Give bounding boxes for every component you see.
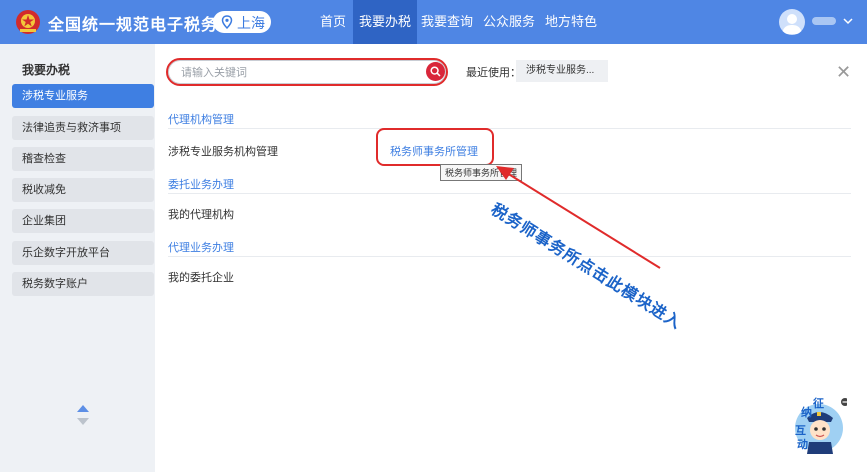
nav-home[interactable]: 首页 [313, 0, 353, 44]
sidebar-item-inspection[interactable]: 稽查检查 [12, 147, 154, 171]
section-title-agency-business: 代理业务办理 [168, 242, 234, 254]
nav-tax-handling[interactable]: 我要办税 [353, 0, 417, 44]
close-icon[interactable]: ✕ [836, 62, 851, 83]
nav-query[interactable]: 我要查询 [418, 0, 476, 44]
search-icon [430, 66, 441, 77]
sidebar-item-tax-professional-services[interactable]: 涉税专业服务 [12, 84, 154, 108]
person-icon [782, 14, 802, 34]
user-avatar-icon[interactable] [779, 9, 805, 35]
sidebar-heading: 我要办税 [22, 63, 71, 77]
section-divider [168, 193, 851, 194]
sidebar-item-legal-remedies[interactable]: 法律追责与救济事项 [12, 116, 154, 140]
row-my-client-companies[interactable]: 我的委托企业 [168, 269, 234, 285]
tax-assistant-icon[interactable]: 纳 征 互 动 [787, 396, 847, 456]
link-tax-firm-management[interactable]: 税务师事务所管理 [390, 143, 478, 159]
helper-char-na: 纳 [801, 405, 812, 419]
top-bar: 全国统一规范电子税务局 上海 首页 我要办税 我要查询 公众服务 地方特色 [0, 0, 867, 44]
helper-char-zheng: 征 [813, 396, 824, 410]
recent-label: 最近使用： [466, 67, 521, 79]
row-my-agency[interactable]: 我的代理机构 [168, 206, 234, 222]
tax-emblem-icon [16, 10, 40, 34]
helper-char-dong: 动 [797, 437, 808, 451]
sidebar: 我要办税 涉税专业服务 法律追责与救济事项 稽查检查 税收减免 企业集团 乐企数… [0, 44, 155, 472]
region-label: 上海 [237, 15, 265, 31]
sidebar-item-tax-relief[interactable]: 税收减免 [12, 178, 154, 202]
helper-char-hu: 互 [795, 424, 806, 437]
recent-item-chip[interactable]: 涉税专业服务... [516, 60, 608, 82]
search-button[interactable] [426, 62, 445, 81]
section-divider [168, 256, 851, 257]
section-divider [168, 128, 851, 129]
section-title-agency-management: 代理机构管理 [168, 114, 234, 126]
location-pin-icon [221, 15, 233, 29]
search-input[interactable] [179, 64, 413, 82]
user-name-blurred[interactable] [812, 17, 836, 25]
search-box[interactable] [168, 60, 446, 84]
row-tax-service-agency-management: 涉税专业服务机构管理 [168, 146, 278, 158]
site-title: 全国统一规范电子税务局 [48, 17, 236, 34]
sidebar-item-leqi-platform[interactable]: 乐企数字开放平台 [12, 241, 154, 265]
nav-local-features[interactable]: 地方特色 [542, 0, 600, 44]
region-selector[interactable]: 上海 [213, 11, 271, 33]
section-title-entrusted-business: 委托业务办理 [168, 179, 234, 191]
main-panel [155, 44, 867, 472]
chevron-down-icon[interactable] [843, 17, 853, 25]
tooltip: 税务师事务所管理 [440, 164, 523, 181]
nav-public-service[interactable]: 公众服务 [480, 0, 538, 44]
sidebar-item-tax-digital-account[interactable]: 税务数字账户 [12, 272, 154, 296]
scroll-up-down-icon[interactable] [76, 404, 90, 426]
sidebar-item-enterprise-group[interactable]: 企业集团 [12, 209, 154, 233]
